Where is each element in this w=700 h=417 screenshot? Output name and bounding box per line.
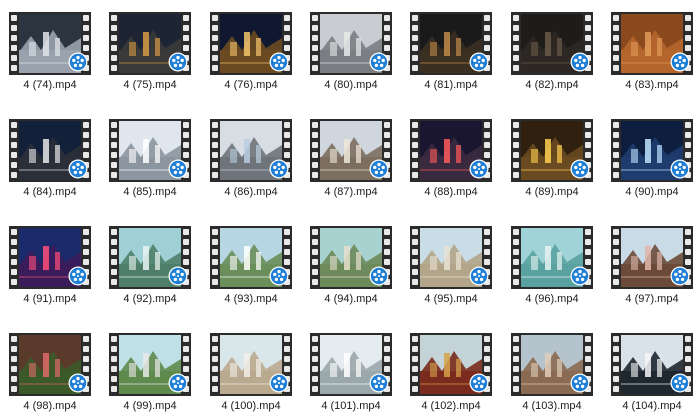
video-file-item[interactable]: 4 (88).mp4 — [403, 119, 499, 199]
video-file-item[interactable]: 4 (104).mp4 — [604, 333, 700, 413]
media-player-reel-icon — [369, 373, 389, 393]
file-name-label: 4 (84).mp4 — [23, 186, 77, 198]
video-file-item[interactable]: 4 (83).mp4 — [604, 12, 700, 92]
video-file-item[interactable]: 4 (86).mp4 — [203, 119, 299, 199]
file-name-label: 4 (95).mp4 — [424, 293, 478, 305]
media-player-reel-icon — [68, 159, 88, 179]
media-player-reel-icon — [168, 373, 188, 393]
file-name-label: 4 (82).mp4 — [525, 79, 579, 91]
media-player-reel-icon — [670, 266, 690, 286]
media-player-reel-icon — [269, 159, 289, 179]
video-file-item[interactable]: 4 (103).mp4 — [504, 333, 600, 413]
file-name-label: 4 (74).mp4 — [23, 79, 77, 91]
video-file-item[interactable]: 4 (96).mp4 — [504, 226, 600, 306]
file-name-label: 4 (87).mp4 — [324, 186, 378, 198]
media-player-reel-icon — [269, 52, 289, 72]
video-file-item[interactable]: 4 (90).mp4 — [604, 119, 700, 199]
media-player-reel-icon — [369, 266, 389, 286]
video-file-item[interactable]: 4 (101).mp4 — [303, 333, 399, 413]
media-player-reel-icon — [469, 266, 489, 286]
file-name-label: 4 (81).mp4 — [424, 79, 478, 91]
media-player-reel-icon — [369, 159, 389, 179]
media-player-reel-icon — [68, 52, 88, 72]
media-player-reel-icon — [670, 159, 690, 179]
media-player-reel-icon — [269, 373, 289, 393]
video-file-item[interactable]: 4 (97).mp4 — [604, 226, 700, 306]
file-name-label: 4 (100).mp4 — [221, 400, 281, 412]
video-file-item[interactable]: 4 (87).mp4 — [303, 119, 399, 199]
media-player-reel-icon — [670, 373, 690, 393]
media-player-reel-icon — [168, 52, 188, 72]
file-name-label: 4 (86).mp4 — [224, 186, 278, 198]
media-player-reel-icon — [469, 373, 489, 393]
video-file-item[interactable]: 4 (93).mp4 — [203, 226, 299, 306]
video-file-item[interactable]: 4 (94).mp4 — [303, 226, 399, 306]
file-name-label: 4 (93).mp4 — [224, 293, 278, 305]
video-file-item[interactable]: 4 (100).mp4 — [203, 333, 299, 413]
file-name-label: 4 (94).mp4 — [324, 293, 378, 305]
video-file-item[interactable]: 4 (74).mp4 — [2, 12, 98, 92]
media-player-reel-icon — [369, 52, 389, 72]
file-name-label: 4 (75).mp4 — [123, 79, 177, 91]
video-file-item[interactable]: 4 (80).mp4 — [303, 12, 399, 92]
media-player-reel-icon — [469, 52, 489, 72]
video-file-item[interactable]: 4 (89).mp4 — [504, 119, 600, 199]
video-file-item[interactable]: 4 (85).mp4 — [102, 119, 198, 199]
file-name-label: 4 (88).mp4 — [424, 186, 478, 198]
video-file-item[interactable]: 4 (82).mp4 — [504, 12, 600, 92]
video-file-item[interactable]: 4 (84).mp4 — [2, 119, 98, 199]
file-name-label: 4 (90).mp4 — [625, 186, 679, 198]
file-name-label: 4 (98).mp4 — [23, 400, 77, 412]
file-name-label: 4 (76).mp4 — [224, 79, 278, 91]
file-name-label: 4 (103).mp4 — [522, 400, 582, 412]
video-file-item[interactable]: 4 (99).mp4 — [102, 333, 198, 413]
video-file-item[interactable]: 4 (91).mp4 — [2, 226, 98, 306]
file-name-label: 4 (80).mp4 — [324, 79, 378, 91]
video-file-item[interactable]: 4 (92).mp4 — [102, 226, 198, 306]
video-file-item[interactable]: 4 (76).mp4 — [203, 12, 299, 92]
video-file-item[interactable]: 4 (81).mp4 — [403, 12, 499, 92]
media-player-reel-icon — [570, 373, 590, 393]
file-name-label: 4 (89).mp4 — [525, 186, 579, 198]
file-name-label: 4 (96).mp4 — [525, 293, 579, 305]
media-player-reel-icon — [570, 52, 590, 72]
file-name-label: 4 (91).mp4 — [23, 293, 77, 305]
file-name-label: 4 (97).mp4 — [625, 293, 679, 305]
media-player-reel-icon — [168, 266, 188, 286]
media-player-reel-icon — [269, 266, 289, 286]
media-player-reel-icon — [670, 52, 690, 72]
file-grid: 4 (74).mp4 4 (75).mp4 4 (76).mp4 4 (80).mp4… — [0, 0, 700, 417]
file-name-label: 4 (101).mp4 — [321, 400, 381, 412]
video-file-item[interactable]: 4 (102).mp4 — [403, 333, 499, 413]
file-name-label: 4 (92).mp4 — [123, 293, 177, 305]
media-player-reel-icon — [469, 159, 489, 179]
file-name-label: 4 (102).mp4 — [421, 400, 481, 412]
file-name-label: 4 (104).mp4 — [622, 400, 682, 412]
file-name-label: 4 (85).mp4 — [123, 186, 177, 198]
video-file-item[interactable]: 4 (95).mp4 — [403, 226, 499, 306]
media-player-reel-icon — [68, 373, 88, 393]
media-player-reel-icon — [570, 159, 590, 179]
media-player-reel-icon — [168, 159, 188, 179]
media-player-reel-icon — [570, 266, 590, 286]
file-name-label: 4 (99).mp4 — [123, 400, 177, 412]
video-file-item[interactable]: 4 (98).mp4 — [2, 333, 98, 413]
video-file-item[interactable]: 4 (75).mp4 — [102, 12, 198, 92]
media-player-reel-icon — [68, 266, 88, 286]
file-name-label: 4 (83).mp4 — [625, 79, 679, 91]
